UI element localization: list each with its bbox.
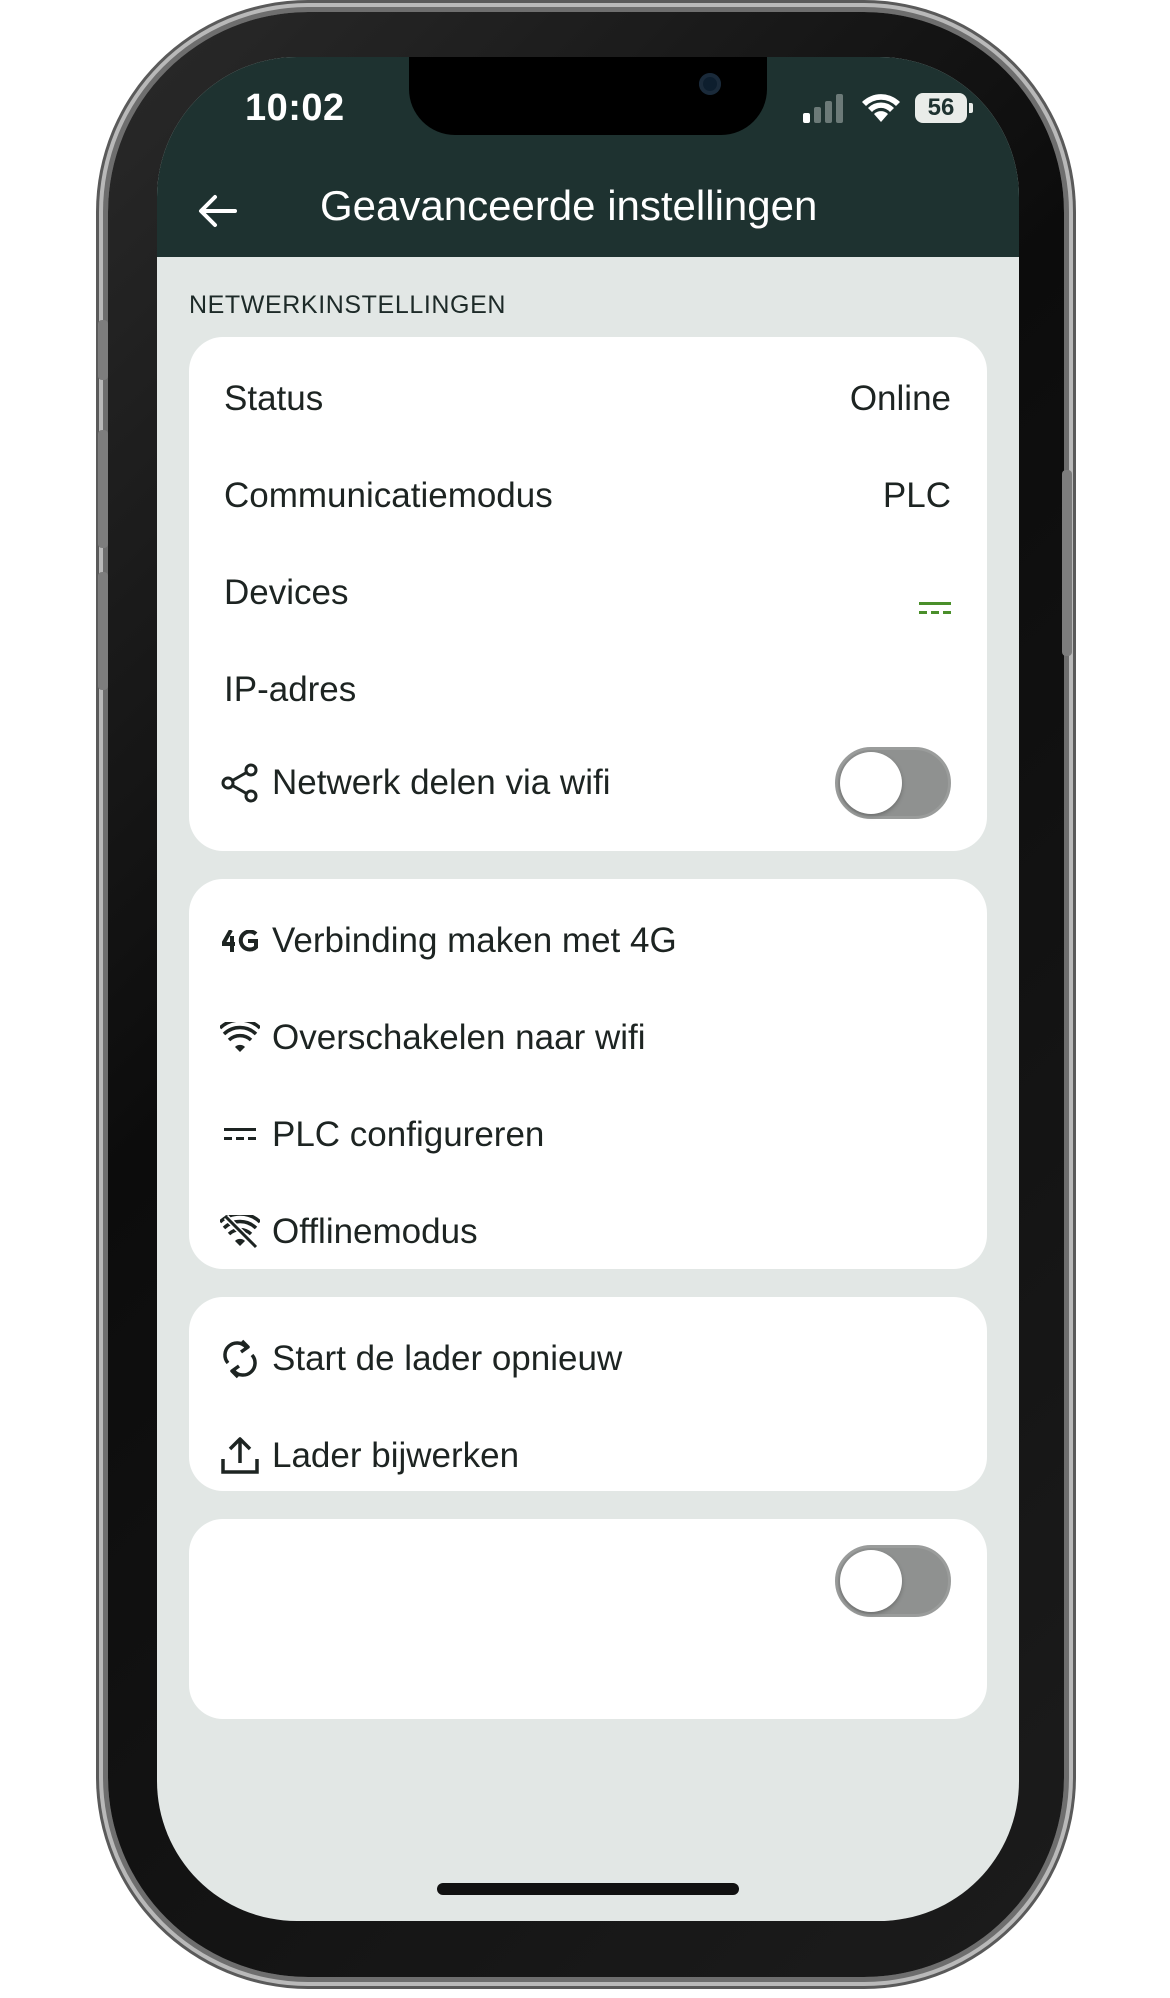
partial-toggle[interactable] bbox=[835, 1545, 951, 1617]
mute-switch bbox=[98, 320, 108, 380]
status-value: Online bbox=[849, 379, 951, 418]
restart-icon bbox=[215, 1334, 265, 1384]
share-network-row: Netwerk delen via wifi bbox=[189, 721, 987, 845]
back-button[interactable] bbox=[187, 181, 247, 241]
volume-up-button bbox=[98, 430, 108, 548]
ip-address-label: IP-adres bbox=[224, 670, 357, 709]
volume-down-button bbox=[98, 572, 108, 690]
update-charger-item[interactable]: Lader bijwerken bbox=[189, 1394, 987, 1518]
battery-icon: 56 bbox=[915, 93, 973, 123]
connection-card: Verbinding maken met 4G Overschakelen na… bbox=[189, 879, 987, 1269]
offline-mode-label: Offlinemodus bbox=[272, 1212, 478, 1251]
share-icon bbox=[215, 758, 265, 808]
power-button bbox=[1062, 470, 1072, 656]
share-network-toggle[interactable] bbox=[835, 747, 951, 819]
notch bbox=[409, 57, 767, 135]
switch-wifi-label: Overschakelen naar wifi bbox=[272, 1018, 646, 1057]
page-title: Geavanceerde instellingen bbox=[320, 182, 818, 229]
charger-card: Start de lader opnieuw Lader bijwerken bbox=[189, 1297, 987, 1491]
app-header: 10:02 56 Geavanceerde instellingen bbox=[157, 57, 1019, 257]
section-label-network: NETWERKINSTELLINGEN bbox=[189, 291, 507, 319]
network-settings-card: Status Online Communicatiemodus PLC Devi… bbox=[189, 337, 987, 851]
update-charger-label: Lader bijwerken bbox=[272, 1436, 520, 1475]
offline-mode-item[interactable]: Offlinemodus bbox=[189, 1170, 987, 1294]
upload-icon bbox=[215, 1431, 265, 1481]
configure-plc-label: PLC configureren bbox=[272, 1115, 545, 1154]
status-icons: 56 bbox=[803, 91, 973, 125]
toggle-knob bbox=[840, 1550, 902, 1612]
toggle-knob bbox=[840, 752, 902, 814]
next-card-partial bbox=[189, 1519, 987, 1719]
camera-icon bbox=[699, 73, 721, 95]
wifi-off-icon bbox=[215, 1207, 265, 1257]
cellular-signal-icon bbox=[803, 94, 843, 123]
connect-4g-label: Verbinding maken met 4G bbox=[272, 921, 677, 960]
app-screen: 10:02 56 Geavanceerde instellingen NETWE… bbox=[157, 57, 1019, 1921]
wifi-icon bbox=[215, 1013, 265, 1063]
arrow-left-icon bbox=[199, 195, 237, 227]
home-indicator[interactable] bbox=[437, 1883, 739, 1895]
communication-mode-value: PLC bbox=[882, 476, 951, 515]
4g-icon bbox=[215, 916, 265, 966]
wifi-status-icon bbox=[862, 94, 900, 122]
status-time: 10:02 bbox=[245, 87, 345, 129]
communication-mode-label: Communicatiemodus bbox=[224, 476, 553, 515]
plc-icon bbox=[215, 1110, 265, 1160]
share-network-label: Netwerk delen via wifi bbox=[272, 763, 611, 802]
plc-icon bbox=[919, 585, 951, 625]
devices-label: Devices bbox=[224, 573, 349, 612]
restart-charger-label: Start de lader opnieuw bbox=[272, 1339, 623, 1378]
status-label: Status bbox=[224, 379, 324, 418]
